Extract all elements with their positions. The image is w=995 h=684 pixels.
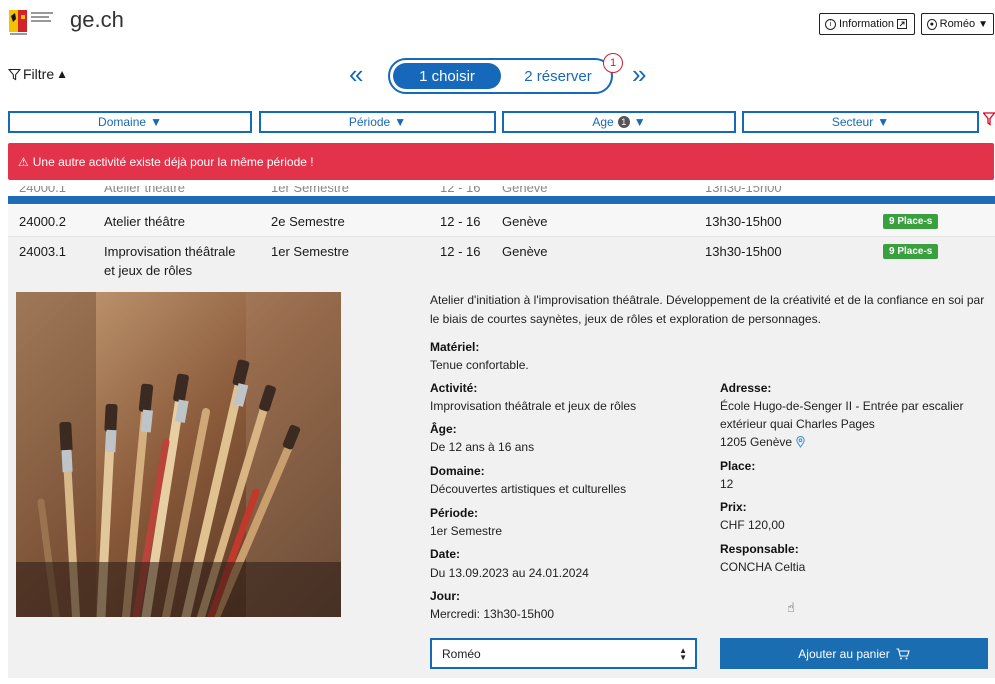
geneva-logo[interactable] [8, 6, 58, 40]
user-icon: ● [927, 18, 937, 30]
booking-stepper: 1 choisir 2 réserver [388, 58, 613, 94]
chevron-down-icon: ▼ [978, 18, 988, 30]
activity-description: Atelier d'initiation à l'improvisation t… [430, 293, 985, 326]
prix-label: Prix: [720, 500, 747, 514]
activite-label: Activité: [430, 381, 478, 395]
row-title: Atelier théâtre [104, 214, 185, 229]
age-value: De 12 ans à 16 ans [430, 440, 535, 454]
row-title: Atelier théâtre [104, 186, 185, 195]
age-label: Age [592, 115, 614, 129]
map-pin-icon[interactable] [796, 436, 805, 448]
domaine-label: Domaine [98, 115, 147, 129]
clear-filter-icon[interactable] [982, 112, 995, 130]
row-horaire: 13h30-15h00 [705, 244, 782, 259]
filter-toggle[interactable]: Filtre ▲ [8, 66, 68, 82]
prix-value: CHF 120,00 [720, 518, 785, 532]
jour-label: Jour: [430, 589, 460, 603]
step-reserve[interactable]: 2 réserver [508, 63, 608, 89]
periode-label: Période [348, 115, 391, 129]
prev-step-icon[interactable]: « [349, 61, 363, 87]
cart-count-badge: 1 [603, 53, 623, 73]
place-label: Place: [720, 459, 756, 473]
row-periode: 1er Semestre [271, 186, 350, 195]
conflict-alert: ⚠ Une autre activité existe déjà pour la… [8, 143, 994, 180]
next-step-icon[interactable]: » [632, 61, 646, 87]
age-dropdown[interactable]: Age 1 ▼ [502, 111, 736, 133]
periode-label: Période: [430, 506, 479, 520]
warning-icon: ⚠ [18, 154, 29, 169]
table-row[interactable]: 24000.2 Atelier théâtre 2e Semestre 12 -… [8, 205, 995, 237]
adresse-label: Adresse: [720, 381, 772, 395]
chevron-down-icon: ▼ [394, 115, 407, 129]
site-name[interactable]: ge.ch [70, 7, 124, 33]
step-choose[interactable]: 1 choisir [393, 63, 501, 89]
row-lieu: Genève [502, 186, 548, 195]
places-badge: 9 Place-s [883, 244, 939, 259]
updown-chevron-icon: ▲ ▼ [679, 645, 687, 662]
activite-value: Improvisation théâtrale et jeux de rôles [430, 399, 637, 413]
row-lieu: Genève [502, 244, 548, 259]
filter-label: Filtre [23, 66, 55, 82]
place-value: 12 [720, 477, 734, 491]
age-filter-count-badge: 1 [617, 116, 630, 128]
info-icon: i [825, 18, 836, 30]
periode-dropdown[interactable]: Période ▼ [259, 111, 496, 133]
row-code: 24000.1 [19, 186, 66, 195]
row-code: 24003.1 [19, 244, 66, 259]
age-label: Âge: [430, 422, 457, 436]
secteur-label: Secteur [831, 115, 874, 129]
add-to-cart-button[interactable]: Ajouter au panier [720, 638, 988, 669]
add-to-cart-label: Ajouter au panier [798, 646, 890, 661]
row-code: 24000.2 [19, 214, 66, 229]
chevron-down-icon: ▼ [877, 115, 890, 129]
adresse-line3-container[interactable]: 1205 Genève [720, 435, 805, 449]
domaine-value: Découvertes artistiques et culturelles [430, 482, 627, 496]
domaine-dropdown[interactable]: Domaine ▼ [8, 111, 252, 133]
adresse-line3: 1205 Genève [720, 435, 793, 449]
cart-icon [896, 647, 910, 659]
participant-selected-value: Roméo [442, 646, 481, 661]
row-lieu: Genève [502, 214, 548, 229]
materiel-value: Tenue confortable. [430, 358, 529, 372]
table-row-expanded[interactable]: 24003.1 Improvisation théâtrale et jeux … [8, 237, 995, 285]
chevron-down-icon: ▼ [150, 115, 162, 129]
responsable-value: CONCHA Celtia [720, 560, 806, 574]
row-horaire: 13h30-15h00 [705, 214, 782, 229]
funnel-icon [8, 68, 21, 80]
adresse-line2: extérieur quai Charles Pages [720, 417, 875, 431]
places-badge: 9 Place-s [883, 214, 939, 229]
row-title-line2: et jeux de rôles [104, 263, 193, 278]
responsable-label: Responsable: [720, 542, 799, 556]
row-periode: 1er Semestre [271, 244, 350, 259]
row-periode: 2e Semestre [271, 214, 345, 229]
hand-cursor-icon: ☝ [787, 600, 795, 615]
row-title-line1: Improvisation théâtrale [104, 244, 236, 259]
secteur-dropdown[interactable]: Secteur ▼ [742, 111, 979, 133]
row-age: 12 - 16 [440, 186, 481, 195]
domaine-label: Domaine: [430, 464, 485, 478]
materiel-label: Matériel: [430, 340, 480, 354]
row-age: 12 - 16 [440, 244, 481, 259]
adresse-line1: École Hugo-de-Senger II - Entrée par esc… [720, 399, 964, 413]
information-label: Information [839, 18, 895, 30]
date-value: Du 13.09.2023 au 24.01.2024 [430, 566, 589, 580]
participant-select[interactable]: Roméo ▲ ▼ [430, 638, 697, 669]
row-horaire: 13h30-15h00 [705, 186, 782, 195]
activity-photo-paintbrushes [16, 292, 341, 617]
periode-value: 1er Semestre [430, 524, 503, 538]
jour-value: Mercredi: 13h30-15h00 [430, 607, 555, 621]
chevron-down-icon: ▼ [633, 115, 646, 129]
user-menu-button[interactable]: ● Roméo ▼ [921, 13, 994, 35]
external-link-icon [897, 19, 908, 29]
user-name: Roméo [939, 18, 976, 30]
row-age: 12 - 16 [440, 214, 481, 229]
chevron-up-icon: ▲ [56, 67, 69, 81]
selected-row-indicator [8, 196, 995, 204]
information-button[interactable]: i Information [819, 13, 915, 35]
date-label: Date: [430, 547, 461, 561]
alert-message: Une autre activité existe déjà pour la m… [32, 154, 314, 169]
